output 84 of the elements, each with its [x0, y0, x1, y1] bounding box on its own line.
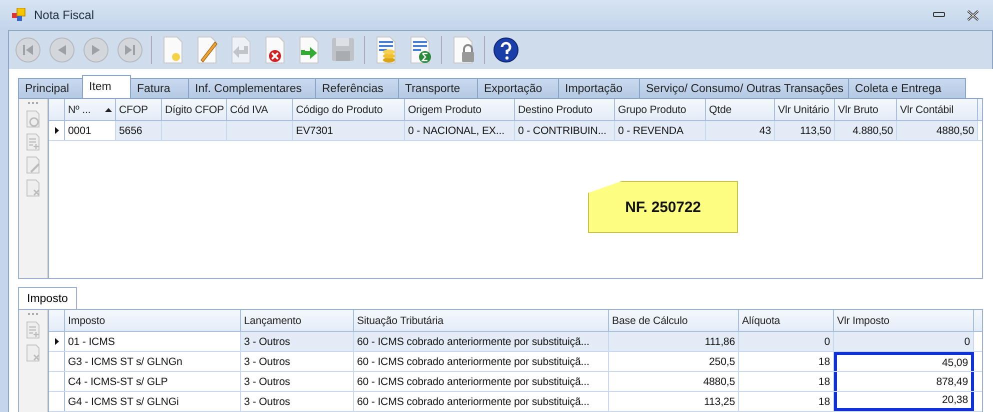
column-header[interactable]: Situação Tributária: [354, 310, 609, 331]
table-cell: 0: [964, 336, 970, 348]
column-header[interactable]: Lançamento: [241, 310, 354, 331]
table-cell: 0001: [68, 124, 92, 136]
tab[interactable]: Inf. Complementares: [188, 78, 316, 98]
remove-icon[interactable]: [25, 344, 41, 362]
column-header[interactable]: Base de Cálculo: [609, 310, 739, 331]
table-cell: 0 - NACIONAL, EX...: [408, 124, 504, 136]
table-cell: 4880,50: [936, 124, 974, 136]
table-cell: 43: [759, 124, 771, 136]
table-cell: 60 - ICMS cobrado anteriormente por substituiçã...: [357, 336, 590, 348]
table-cell: 0 - REVENDA: [618, 124, 684, 136]
add-row-icon[interactable]: [25, 321, 41, 339]
window-title: Nota Fiscal: [34, 8, 94, 22]
table-cell: G4 - ICMS ST s/ GLNGi: [68, 396, 179, 408]
add-icon[interactable]: [25, 110, 41, 128]
column-header[interactable]: Origem Produto: [405, 99, 515, 120]
table-cell: 111,86: [704, 336, 735, 348]
row-pointer-icon: [54, 127, 58, 134]
table-cell: 4880,5: [703, 376, 735, 388]
table-cell: 01 - ICMS: [68, 336, 115, 348]
table-cell: 20,38: [942, 394, 968, 406]
column-header[interactable]: Vlr Imposto: [834, 310, 974, 331]
table-cell: 18: [818, 356, 830, 368]
table-cell: 18: [818, 396, 830, 408]
table-cell: 3 - Outros: [244, 376, 290, 388]
table-cell: 60 - ICMS cobrado anteriormente por substituiçã...: [357, 376, 590, 388]
table-cell: 250,5: [708, 356, 735, 368]
table-cell: 0: [824, 336, 830, 348]
add-row-icon[interactable]: [25, 133, 41, 151]
table-cell: C4 - ICMS-ST s/ GLP: [68, 376, 168, 388]
column-header[interactable]: Dígito CFOP: [162, 99, 227, 120]
tab[interactable]: Imposto: [18, 287, 77, 309]
grip-icon[interactable]: [28, 313, 38, 316]
table-row[interactable]: 0001 5656 EV7301 0 - NACIONAL, EX... 0 - CONTRIBUIN... 0 - REVENDA 43 113,50 4.880,50 4880,50: [49, 121, 982, 141]
tab[interactable]: Referências: [315, 78, 399, 98]
column-header[interactable]: Vlr Contábil: [897, 99, 978, 120]
table-row[interactable]: G4 - ICMS ST s/ GLNGi 3 - Outros 60 - ICMS cobrado anteriormente por substituiçã... 113,25 18 20,38: [49, 392, 982, 412]
table-cell: 3 - Outros: [244, 356, 290, 368]
table-cell: EV7301: [296, 124, 334, 136]
column-header[interactable]: Vlr Unitário: [775, 99, 835, 120]
column-header[interactable]: Vlr Bruto: [835, 99, 897, 120]
table-row[interactable]: C4 - ICMS-ST s/ GLP 3 - Outros 60 - ICMS cobrado anteriormente por substituiçã... 4880,5 18 878,49: [49, 372, 982, 392]
tab[interactable]: Importação: [558, 78, 640, 98]
table-row[interactable]: G3 - ICMS ST s/ GLNGn 3 - Outros 60 - ICMS cobrado anteriormente por substituiçã... 250,5 18 45,09: [49, 352, 982, 372]
column-header[interactable]: Alíquota: [739, 310, 834, 331]
tab[interactable]: Exportação: [477, 78, 559, 98]
table-cell: 3 - Outros: [244, 336, 290, 348]
minimize-icon[interactable]: [933, 12, 945, 18]
sort-ascending-icon: [105, 108, 112, 112]
close-icon[interactable]: [967, 10, 979, 20]
tab[interactable]: Coleta e Entrega: [848, 78, 966, 98]
tab[interactable]: Transporte: [398, 78, 478, 98]
table-cell: 60 - ICMS cobrado anteriormente por substituiçã...: [357, 396, 590, 408]
table-cell: 0 - CONTRIBUIN...: [518, 124, 606, 136]
table-cell: 4.880,50: [852, 124, 893, 136]
column-header[interactable]: Código do Produto: [293, 99, 405, 120]
note-text: NF. 250722: [625, 198, 701, 216]
tab[interactable]: Serviço/ Consumo/ Outras Transações: [639, 78, 849, 98]
column-header[interactable]: Nº ...: [65, 99, 116, 120]
table-cell: G3 - ICMS ST s/ GLNGn: [68, 356, 182, 368]
column-header[interactable]: Grupo Produto: [615, 99, 706, 120]
help-button[interactable]: [491, 36, 521, 64]
table-cell: 45,09: [942, 357, 968, 369]
table-cell: 113,50: [800, 124, 831, 136]
column-header[interactable]: Imposto: [65, 310, 241, 331]
table-cell: 113,25: [704, 396, 735, 408]
column-header[interactable]: CFOP: [116, 99, 162, 120]
table-row[interactable]: 01 - ICMS 3 - Outros 60 - ICMS cobrado anteriormente por substituiçã... 111,86 0 0: [49, 332, 982, 352]
column-header[interactable]: Qtde: [706, 99, 775, 120]
remove-icon[interactable]: [25, 179, 41, 197]
edit-icon[interactable]: [25, 156, 41, 174]
table-cell: 5656: [119, 124, 142, 136]
tab[interactable]: Fatura: [130, 78, 189, 98]
grip-icon[interactable]: [28, 102, 38, 105]
table-cell: 878,49: [936, 376, 968, 388]
tab[interactable]: Principal: [18, 78, 83, 98]
table-cell: 18: [818, 376, 830, 388]
column-header[interactable]: Cód IVA: [227, 99, 293, 120]
table-cell: 60 - ICMS cobrado anteriormente por substituiçã...: [357, 356, 590, 368]
column-header[interactable]: Destino Produto: [515, 99, 615, 120]
table-cell: 3 - Outros: [244, 396, 290, 408]
row-pointer-icon: [54, 338, 58, 345]
app-icon: [12, 8, 26, 22]
